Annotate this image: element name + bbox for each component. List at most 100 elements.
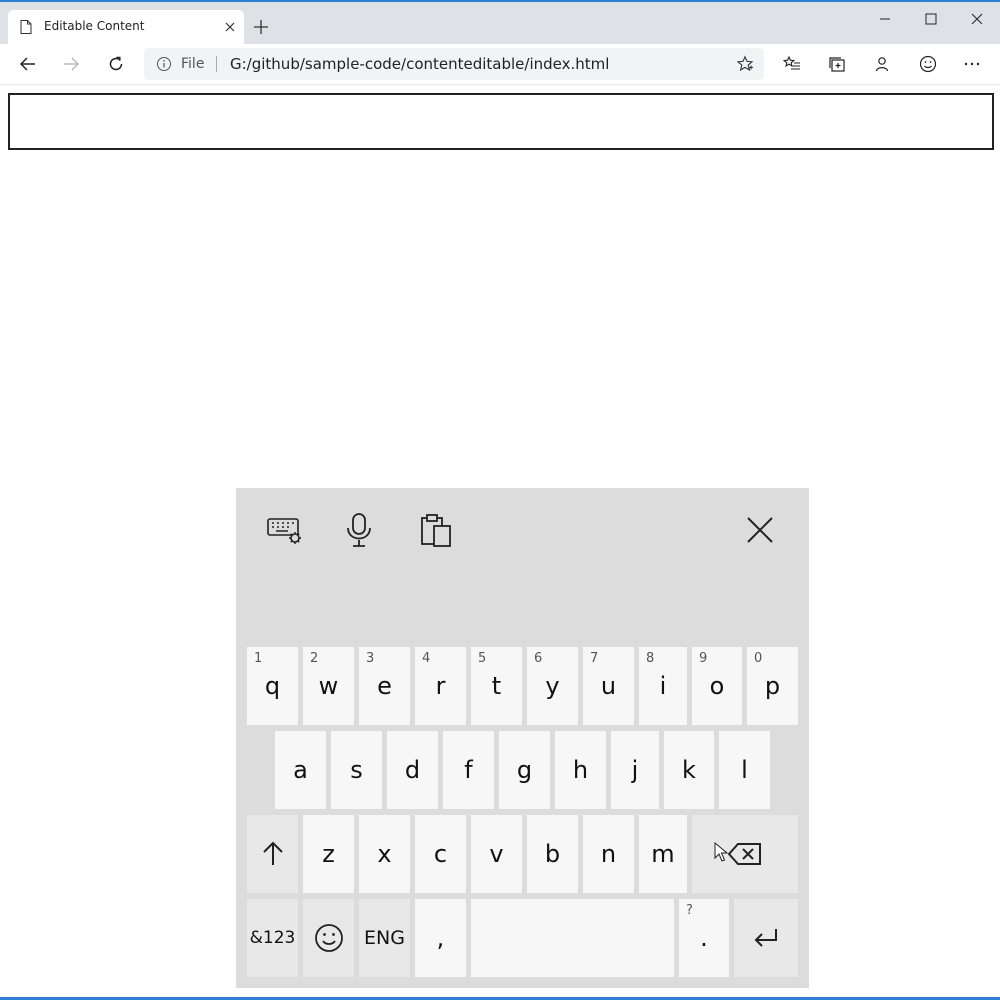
url-scheme-label: File — [181, 56, 205, 72]
tab-close-icon[interactable] — [220, 17, 240, 37]
tab-editable-content[interactable]: Editable Content — [8, 10, 244, 44]
key-hint: 9 — [699, 651, 708, 666]
key-label: v — [489, 840, 504, 868]
maximize-icon[interactable] — [908, 4, 954, 34]
key-e[interactable]: 3e — [359, 647, 410, 725]
key-label: c — [433, 840, 448, 868]
key-k[interactable]: k — [664, 731, 714, 809]
favorites-icon[interactable] — [778, 50, 806, 78]
key-label: . — [700, 924, 708, 952]
key-hint: 1 — [254, 651, 263, 666]
key-b[interactable]: b — [527, 815, 578, 893]
period-key[interactable]: ?. — [679, 899, 729, 977]
key-l[interactable]: l — [719, 731, 770, 809]
keyboard-settings-icon[interactable] — [263, 510, 307, 550]
key-h[interactable]: h — [555, 731, 606, 809]
key-label: u — [600, 672, 617, 700]
back-arrow-icon[interactable] — [14, 50, 42, 78]
backspace-key[interactable] — [692, 815, 798, 893]
key-label: k — [682, 756, 696, 784]
collections-icon[interactable] — [823, 50, 851, 78]
browser-toolbar: File G:/github/sample-code/contenteditab… — [0, 44, 1000, 85]
url-text[interactable]: G:/github/sample-code/contenteditable/in… — [230, 55, 609, 73]
shift-key[interactable] — [247, 815, 298, 893]
key-label: x — [377, 840, 392, 868]
space-key[interactable] — [471, 899, 674, 977]
shift-arrow-icon — [262, 841, 283, 865]
key-q[interactable]: 1q — [247, 647, 298, 725]
key-label: p — [764, 672, 781, 700]
key-c[interactable]: c — [415, 815, 466, 893]
key-label: e — [377, 672, 392, 700]
key-p[interactable]: 0p — [747, 647, 798, 725]
symbols-key[interactable]: &123 — [247, 899, 298, 977]
key-label: t — [491, 672, 502, 700]
key-o[interactable]: 9o — [692, 647, 742, 725]
key-m[interactable]: m — [639, 815, 687, 893]
key-label: j — [631, 756, 639, 784]
key-hint: ? — [686, 903, 693, 918]
enter-icon — [754, 929, 777, 947]
mouse-cursor-icon — [714, 842, 728, 862]
key-u[interactable]: 7u — [583, 647, 634, 725]
key-label: d — [404, 756, 421, 784]
key-d[interactable]: d — [387, 731, 438, 809]
key-v[interactable]: v — [471, 815, 522, 893]
key-hint: 7 — [590, 651, 599, 666]
profile-icon[interactable] — [868, 50, 896, 78]
key-label: &123 — [249, 928, 296, 948]
backspace-icon — [728, 843, 761, 865]
key-f[interactable]: f — [443, 731, 494, 809]
key-label: , — [436, 924, 445, 952]
feedback-smiley-icon[interactable] — [914, 50, 942, 78]
key-z[interactable]: z — [303, 815, 354, 893]
key-label: q — [264, 672, 281, 700]
key-label: l — [741, 756, 748, 784]
key-label: y — [545, 672, 560, 700]
clipboard-icon[interactable] — [414, 510, 458, 550]
key-y[interactable]: 6y — [527, 647, 578, 725]
key-hint: 4 — [422, 651, 431, 666]
emoji-key[interactable] — [303, 899, 354, 977]
key-label: n — [600, 840, 617, 868]
address-bar[interactable]: File G:/github/sample-code/contenteditab… — [144, 48, 764, 80]
more-options-icon[interactable] — [958, 50, 986, 78]
key-hint: 8 — [646, 651, 655, 666]
key-g[interactable]: g — [499, 731, 550, 809]
window-close-icon[interactable] — [954, 4, 1000, 34]
new-tab-icon[interactable] — [250, 16, 272, 38]
language-key[interactable]: ENG — [359, 899, 410, 977]
close-icon[interactable] — [738, 510, 782, 550]
key-i[interactable]: 8i — [639, 647, 687, 725]
key-label: i — [659, 672, 667, 700]
key-j[interactable]: j — [611, 731, 659, 809]
key-label: ENG — [364, 927, 405, 949]
minimize-icon[interactable] — [862, 4, 908, 34]
key-a[interactable]: a — [275, 731, 326, 809]
emoji-icon — [314, 924, 343, 952]
key-hint: 0 — [754, 651, 763, 666]
refresh-icon[interactable] — [102, 50, 130, 78]
key-hint: 5 — [478, 651, 487, 666]
info-icon[interactable] — [156, 56, 172, 72]
key-label: r — [435, 672, 446, 700]
key-r[interactable]: 4r — [415, 647, 466, 725]
key-label: z — [322, 840, 335, 868]
key-t[interactable]: 5t — [471, 647, 522, 725]
key-x[interactable]: x — [359, 815, 410, 893]
key-n[interactable]: n — [583, 815, 634, 893]
favorite-star-icon[interactable] — [736, 55, 754, 73]
comma-key[interactable]: , — [415, 899, 466, 977]
key-w[interactable]: 2w — [303, 647, 354, 725]
key-hint: 3 — [366, 651, 375, 666]
tab-title: Editable Content — [44, 19, 145, 33]
editable-content-box[interactable] — [8, 93, 994, 150]
key-label: m — [651, 840, 675, 868]
key-label: b — [544, 840, 561, 868]
forward-arrow-icon[interactable] — [57, 50, 85, 78]
microphone-icon[interactable] — [337, 510, 381, 550]
key-hint: 2 — [310, 651, 319, 666]
tab-bar: Editable Content — [0, 2, 1000, 44]
key-s[interactable]: s — [331, 731, 382, 809]
enter-key[interactable] — [734, 899, 798, 977]
